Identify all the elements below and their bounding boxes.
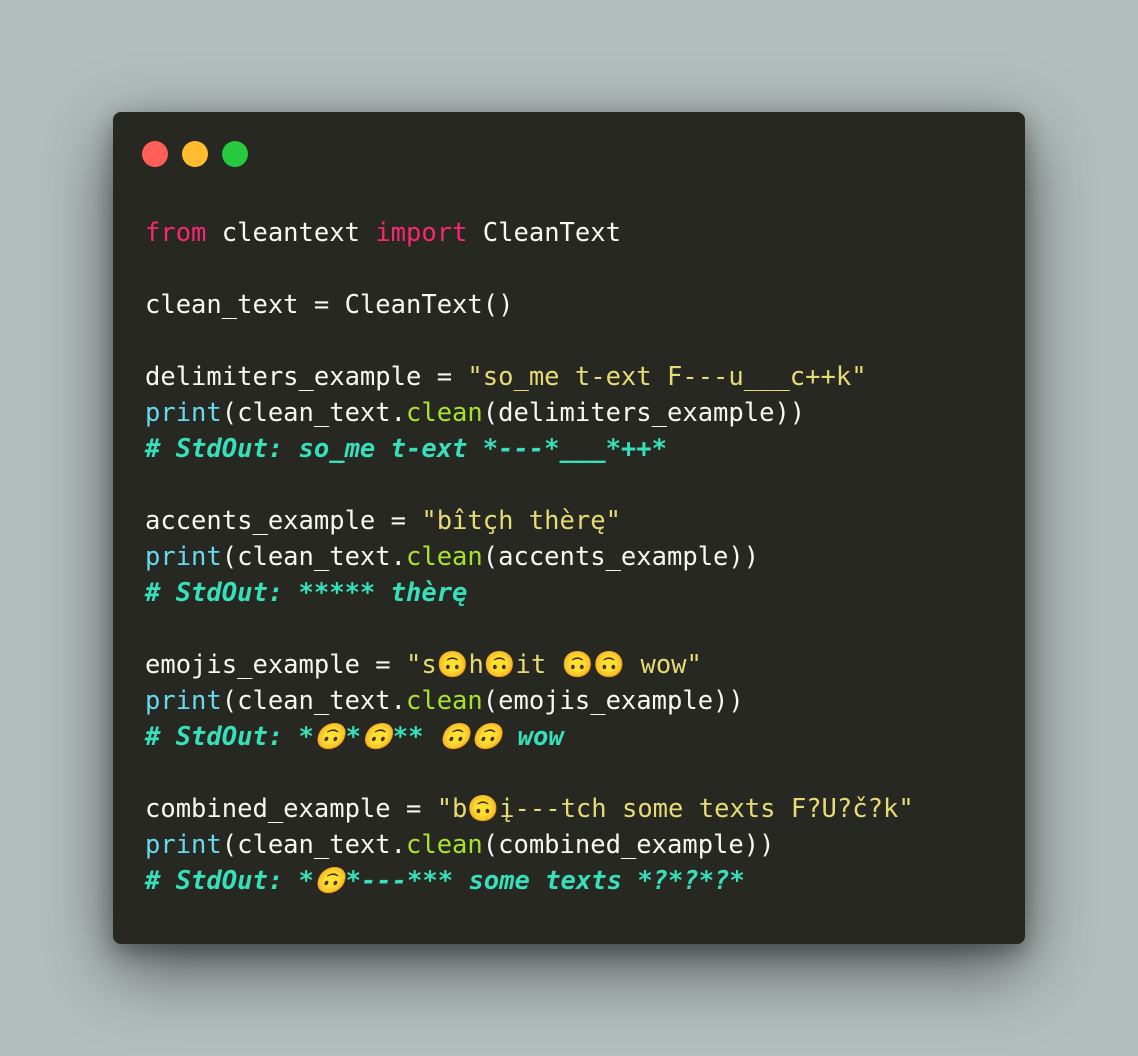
code-line: from cleantext import CleanText [145,215,914,251]
code-line: accents_example = "bîtçh thèrę" [145,503,914,539]
code-token-plain: (combined_example)) [482,830,775,860]
code-line: delimiters_example = "so_me t-ext F---u_… [145,359,914,395]
code-line: emojis_example = "s🙃h🙃it 🙃🙃 wow" [145,647,914,683]
code-token-plain: (clean_text. [221,686,406,716]
code-token-string: "s🙃h🙃it 🙃🙃 wow" [406,650,702,680]
code-token-string: "b🙃į---tch some texts F?U?č?k" [436,794,914,824]
code-token-plain: (emojis_example)) [482,686,744,716]
code-token-plain: (clean_text. [221,398,406,428]
code-token-func: clean [406,398,483,428]
code-token-plain: combined_example = [145,794,437,824]
code-token-plain: (accents_example)) [482,542,760,572]
code-line: print(clean_text.clean(accents_example)) [145,539,914,575]
code-line: # StdOut: ***** thèrę [145,575,914,611]
code-token-plain: (clean_text. [221,830,406,860]
code-line: print(clean_text.clean(delimiters_exampl… [145,395,914,431]
code-token-string: "so_me t-ext F---u___c++k" [467,362,867,392]
code-token-builtin: print [145,398,222,428]
code-line: clean_text = CleanText() [145,287,914,323]
code-token-keyword: import [375,218,468,248]
code-line: # StdOut: *🙃*---*** some texts *?*?*?* [145,863,914,899]
code-token-plain: emojis_example = [145,650,406,680]
code-line: print(clean_text.clean(combined_example)… [145,827,914,863]
minimize-button[interactable] [182,141,208,167]
code-token-plain: accents_example = [145,506,422,536]
code-token-plain: (clean_text. [221,542,406,572]
code-window: from cleantext import CleanText clean_te… [113,112,1025,944]
code-token-plain: cleantext [206,218,376,248]
window-controls [142,141,248,167]
code-line: combined_example = "b🙃į---tch some texts… [145,791,914,827]
code-token-plain: delimiters_example = [145,362,468,392]
code-token-comment: # StdOut: *🙃*---*** some texts *?*?*?* [145,866,745,896]
code-line: # StdOut: so_me t-ext *---*___*++* [145,431,914,467]
code-token-builtin: print [145,830,222,860]
code-token-comment: # StdOut: so_me t-ext *---*___*++* [145,434,667,464]
code-token-builtin: print [145,686,222,716]
maximize-button[interactable] [222,141,248,167]
code-token-func: clean [406,686,483,716]
code-token-func: clean [406,542,483,572]
code-token-builtin: print [145,542,222,572]
code-line: # StdOut: *🙃*🙃** 🙃🙃 wow [145,719,914,755]
close-button[interactable] [142,141,168,167]
code-token-plain: (delimiters_example)) [482,398,806,428]
code-token-func: clean [406,830,483,860]
code-block: from cleantext import CleanText clean_te… [145,215,914,899]
code-token-comment: # StdOut: *🙃*🙃** 🙃🙃 wow [145,722,564,752]
code-token-string: "bîtçh thèrę" [421,506,621,536]
code-token-plain: CleanText [467,218,621,248]
code-token-keyword: from [145,218,207,248]
code-token-plain: clean_text = CleanText() [145,290,514,320]
code-line: print(clean_text.clean(emojis_example)) [145,683,914,719]
code-token-comment: # StdOut: ***** thèrę [145,578,468,608]
